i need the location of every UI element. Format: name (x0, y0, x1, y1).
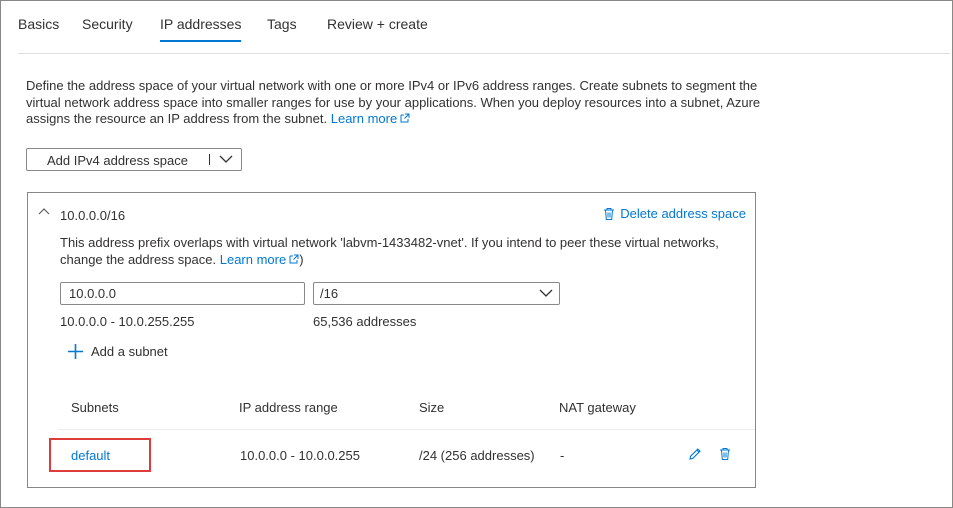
learn-more-link[interactable]: Learn more (331, 111, 410, 126)
trash-icon[interactable] (718, 447, 732, 461)
trash-icon (604, 207, 615, 220)
address-prefix-title: 10.0.0.0/16 (60, 208, 126, 223)
tab-security[interactable]: Security (82, 16, 133, 32)
overlap-learn-more-link[interactable]: Learn more (220, 252, 299, 267)
add-ipv4-address-space-button[interactable]: Add IPv4 address space (26, 148, 242, 171)
chevron-down-icon (539, 289, 553, 297)
add-subnet-label: Add a subnet (91, 344, 168, 359)
subnet-nat-gateway: - (560, 448, 565, 463)
tab-divider (18, 53, 950, 54)
button-separator (209, 154, 210, 165)
address-space-card: 10.0.0.0/16 Delete address space This ad… (27, 192, 756, 488)
subnet-name-link[interactable]: default (71, 448, 110, 463)
overlap-warning-text: This address prefix overlaps with virtua… (60, 235, 719, 267)
chevron-up-icon[interactable] (37, 206, 51, 216)
subnet-size: /24 (256 addresses) (419, 448, 535, 463)
overlap-warning: This address prefix overlaps with virtua… (60, 234, 750, 268)
tab-basics[interactable]: Basics (18, 16, 59, 32)
address-range-text: 10.0.0.0 - 10.0.255.255 (60, 314, 195, 329)
delete-address-space-button[interactable]: Delete address space (603, 206, 746, 221)
plus-icon (68, 344, 83, 359)
external-link-icon (400, 113, 410, 123)
cidr-prefix-value: /16 (320, 286, 339, 301)
tab-ip-addresses[interactable]: IP addresses (160, 16, 242, 42)
ip-addresses-description: Define the address space of your virtual… (26, 78, 766, 128)
subnet-ip-range: 10.0.0.0 - 10.0.0.255 (240, 448, 360, 463)
tab-bar: Basics Security IP addresses Tags Review… (0, 0, 953, 44)
ip-address-input[interactable] (60, 282, 305, 305)
add-ipv4-address-space-label: Add IPv4 address space (47, 153, 188, 168)
warning-closing-paren: ) (299, 252, 304, 267)
table-header-divider (58, 429, 755, 430)
column-header-ip-address-range: IP address range (239, 400, 338, 415)
column-header-nat-gateway: NAT gateway (559, 400, 636, 415)
edit-pencil-icon[interactable] (688, 447, 702, 461)
add-subnet-button[interactable]: Add a subnet (67, 343, 168, 360)
chevron-down-icon[interactable] (218, 153, 234, 165)
tab-review-create[interactable]: Review + create (327, 16, 428, 32)
column-header-size: Size (419, 400, 445, 415)
column-header-subnets: Subnets (71, 400, 119, 415)
external-link-icon (289, 254, 299, 264)
address-count-text: 65,536 addresses (313, 314, 417, 329)
cidr-prefix-select[interactable]: /16 (313, 282, 560, 305)
delete-address-space-label: Delete address space (620, 206, 746, 221)
tab-tags[interactable]: Tags (267, 16, 297, 32)
